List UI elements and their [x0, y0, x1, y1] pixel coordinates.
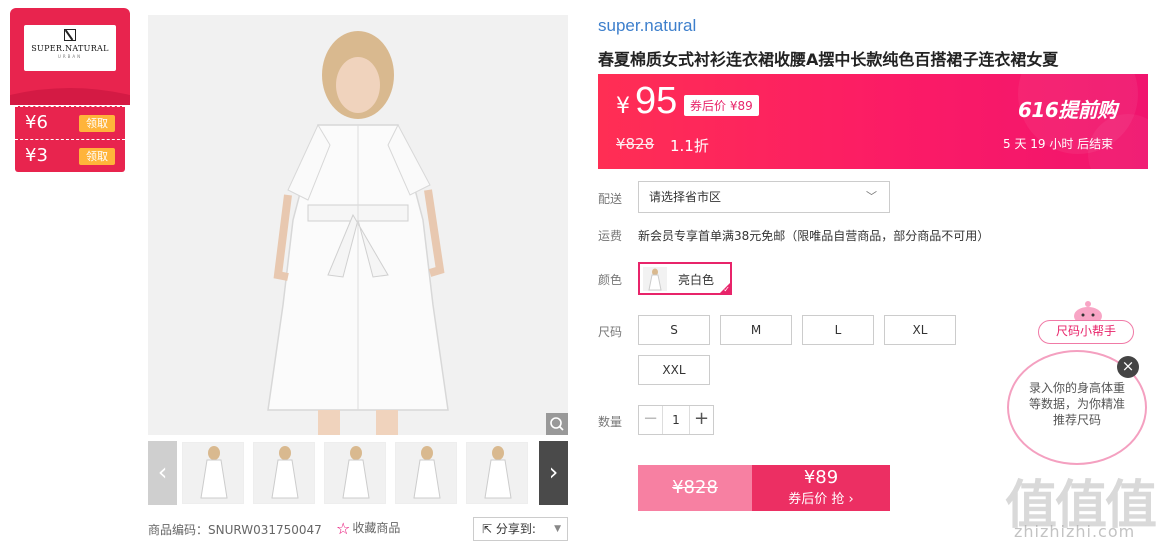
color-option-label: 亮白色: [678, 273, 715, 287]
quantity-value[interactable]: 1: [663, 406, 689, 434]
product-meta-row: 商品编码：SNURW031750047 ☆ 收藏商品 ⇱ 分享到: ▼: [148, 517, 568, 541]
promo-countdown: 5 天 19 小时 后结束: [1003, 137, 1114, 151]
region-select[interactable]: 请选择省市区 ﹀: [638, 181, 890, 213]
size-helper-close-button[interactable]: ×: [1117, 356, 1139, 378]
size-option[interactable]: XXL: [638, 355, 710, 385]
color-option-selected[interactable]: 亮白色 ✓: [638, 262, 732, 295]
promo-event-label: 616提前购: [1018, 98, 1117, 122]
buy-price: ¥89: [803, 467, 839, 488]
brand-link[interactable]: super.natural: [598, 16, 696, 36]
thumbnail-image: [484, 446, 512, 499]
chevron-right-icon: ›: [548, 458, 559, 486]
size-option[interactable]: XL: [884, 315, 956, 345]
thumbnail[interactable]: [182, 442, 244, 504]
quantity-stepper: − 1 +: [638, 405, 714, 435]
buy-original-price: ¥828: [638, 465, 752, 511]
chevron-down-icon: ﹀: [866, 190, 877, 203]
checkmark-icon: ✓: [723, 285, 730, 294]
watermark-url: zhizhizhi.com: [1014, 522, 1136, 541]
brand-logo: SUPER.NATURAL URBAN: [24, 25, 116, 71]
price-currency: ¥: [616, 94, 630, 119]
size-option[interactable]: M: [720, 315, 792, 345]
shipping-label: 运费: [598, 229, 623, 243]
thumbnail-image: [342, 446, 370, 499]
chevron-left-icon: ‹: [157, 458, 168, 486]
delivery-label: 配送: [598, 192, 623, 206]
size-helper-button[interactable]: 尺码小帮手: [1038, 320, 1134, 344]
main-product-image[interactable]: [148, 15, 568, 435]
after-coupon-price: 券后价 ¥89: [684, 95, 759, 116]
coupon-panel: SUPER.NATURAL URBAN ¥6 领取 ¥3 领取: [10, 8, 130, 172]
thumbnail-image: [271, 446, 299, 499]
thumbnail-strip: ‹ ›: [148, 441, 568, 505]
thumbnail-image: [413, 446, 441, 499]
thumbnail-next-button[interactable]: ›: [539, 441, 568, 505]
coupon-value: ¥3: [25, 145, 48, 166]
share-icon: ⇱: [482, 522, 493, 536]
current-price: 95: [635, 80, 678, 122]
size-helper-text: 录入你的身高体重等数据，为你精准推荐尺码: [1028, 381, 1125, 427]
quantity-increase-button[interactable]: +: [689, 406, 713, 434]
product-sku: 商品编码：SNURW031750047: [148, 523, 322, 537]
brand-card[interactable]: SUPER.NATURAL URBAN: [10, 8, 130, 105]
brand-logo-mark-icon: [64, 29, 76, 41]
share-dropdown[interactable]: ⇱ 分享到: ▼: [473, 517, 568, 541]
brand-logo-text: SUPER.NATURAL: [31, 44, 109, 53]
claim-coupon-button[interactable]: 领取: [79, 115, 115, 132]
color-label: 颜色: [598, 273, 623, 287]
claim-coupon-button[interactable]: 领取: [79, 148, 115, 165]
coupon-item: ¥6 领取: [15, 106, 125, 139]
buy-cta-label: 券后价 抢 ›: [788, 492, 854, 507]
buy-button[interactable]: ¥828 ¥89 券后价 抢 ›: [638, 465, 890, 511]
favorite-label: 收藏商品: [352, 521, 401, 535]
share-label: 分享到:: [495, 522, 536, 536]
color-swatch-image: [648, 268, 662, 291]
coupon-item: ¥3 领取: [15, 139, 125, 172]
zoom-button[interactable]: [546, 413, 568, 435]
size-option[interactable]: S: [638, 315, 710, 345]
buy-coupon-price[interactable]: ¥89 券后价 抢 ›: [752, 465, 890, 511]
size-option[interactable]: L: [802, 315, 874, 345]
magnifier-icon: [550, 417, 564, 431]
brand-logo-subtext: URBAN: [57, 54, 83, 59]
original-price: ¥828: [616, 135, 655, 153]
favorite-button[interactable]: ☆ 收藏商品: [336, 519, 400, 538]
brand-card-wave-decoration: [10, 88, 130, 105]
thumbnail-image: [200, 446, 228, 499]
shipping-info: 新会员专享首单满38元免邮（限唯品自营商品，部分商品不可用）: [638, 229, 990, 243]
region-select-value: 请选择省市区: [649, 190, 722, 204]
thumbnail[interactable]: [466, 442, 528, 504]
size-label: 尺码: [598, 325, 623, 339]
price-banner: ¥ 95 券后价 ¥89 ¥828 1.1折 616提前购 5 天 19 小时 …: [598, 74, 1148, 169]
color-swatch: [643, 267, 667, 291]
size-helper-widget: 尺码小帮手 录入你的身高体重等数据，为你精准推荐尺码 ×: [1005, 300, 1150, 470]
thumbnail-prev-button[interactable]: ‹: [148, 441, 177, 505]
quantity-label: 数量: [598, 415, 623, 429]
thumbnail[interactable]: [253, 442, 315, 504]
star-icon: ☆: [336, 519, 351, 538]
quantity-decrease-button[interactable]: −: [639, 406, 663, 434]
discount-rate: 1.1折: [670, 137, 709, 155]
thumbnail[interactable]: [395, 442, 457, 504]
product-title: 春夏棉质女式衬衫连衣裙收腰A摆中长款纯色百搭裙子连衣裙女夏: [598, 50, 1059, 69]
model-dress-illustration: [148, 15, 568, 435]
thumbnail[interactable]: [324, 442, 386, 504]
caret-down-icon: ▼: [554, 524, 561, 534]
coupon-value: ¥6: [25, 112, 48, 133]
